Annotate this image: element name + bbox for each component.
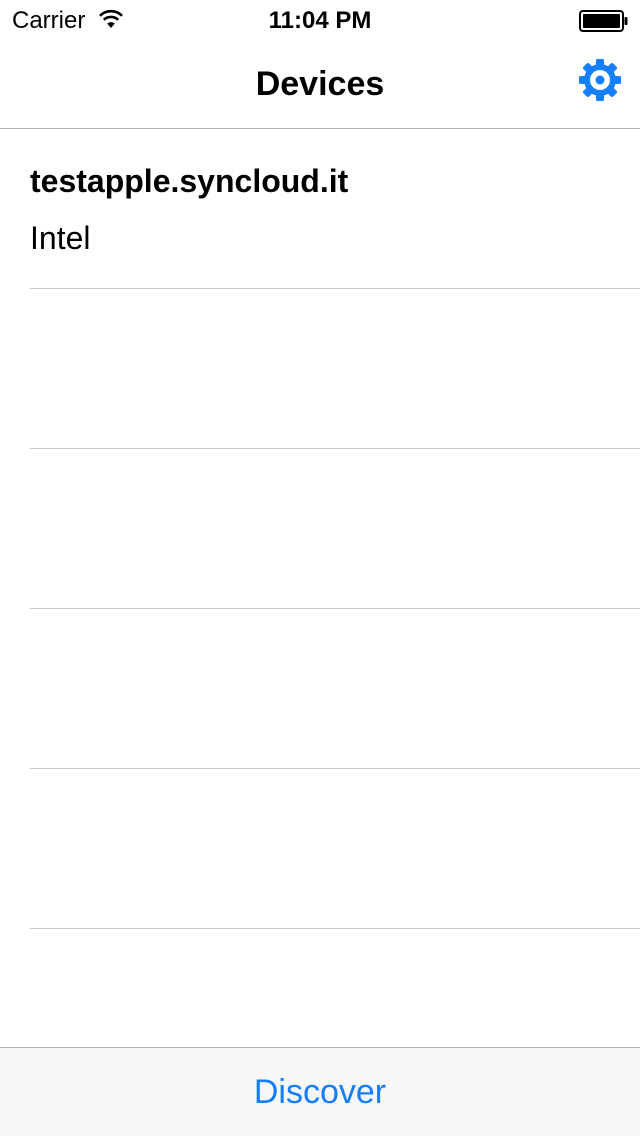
gear-icon[interactable] xyxy=(574,54,626,106)
battery-full-icon xyxy=(579,10,628,32)
empty-row xyxy=(30,289,640,449)
device-name: testapple.syncloud.it xyxy=(30,163,349,199)
navigation-bar: Devices xyxy=(0,40,640,129)
status-bar: Carrier 11:04 PM xyxy=(0,0,640,40)
empty-row xyxy=(30,769,640,929)
device-list: testapple.syncloud.it Intel xyxy=(0,129,640,1047)
discover-button[interactable]: Discover xyxy=(0,1072,640,1112)
page-title: Devices xyxy=(255,65,385,103)
device-detail: Intel xyxy=(30,220,91,256)
empty-row xyxy=(30,609,640,769)
screen: Carrier 11:04 PM Devices testapple.syncl… xyxy=(0,0,640,1136)
bottom-toolbar: Discover xyxy=(0,1047,640,1136)
device-row[interactable]: testapple.syncloud.it Intel xyxy=(30,129,640,289)
empty-row xyxy=(30,449,640,609)
status-time: 11:04 PM xyxy=(268,7,372,34)
